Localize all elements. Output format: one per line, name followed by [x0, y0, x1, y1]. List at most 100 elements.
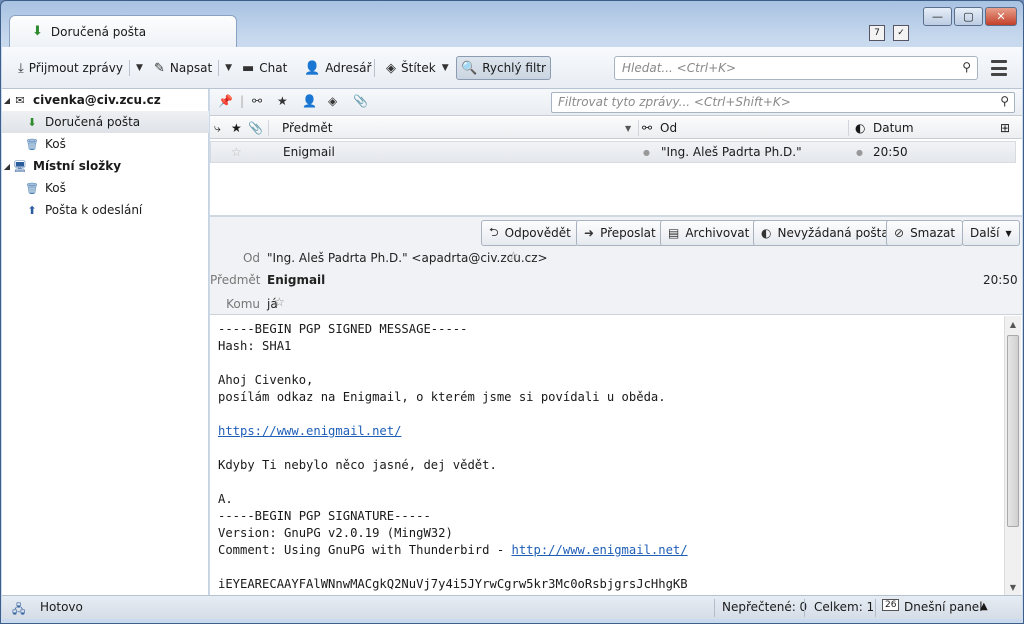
subject-value: Enigmail — [267, 273, 326, 287]
forward-button[interactable]: ➜ Přeposlat — [576, 220, 664, 246]
subject-column-header[interactable]: Předmět — [282, 121, 332, 135]
split-divider — [218, 60, 220, 76]
folder-local-folders[interactable]: ◢ 🖥 Místní složky — [2, 155, 209, 177]
tag-label: Štítek — [401, 61, 436, 75]
junk-button[interactable]: ◐ Nevyžádaná pošta — [753, 220, 897, 246]
from-column-header[interactable]: Od — [660, 121, 677, 135]
attachment-column-icon[interactable]: 📎 — [248, 121, 263, 135]
address-book-button[interactable]: 👤 Adresář — [300, 56, 375, 80]
archive-icon: ▤ — [668, 226, 680, 240]
chat-label: Chat — [259, 61, 288, 75]
scroll-thumb[interactable] — [1007, 335, 1019, 527]
more-label: Další — [970, 226, 1000, 240]
thread-column-icon[interactable]: ⤷ — [214, 121, 221, 136]
folder-account[interactable]: ◢ ✉ civenka@civ.zcu.cz — [2, 89, 209, 111]
message-date: 20:50 — [873, 145, 908, 159]
folder-outbox[interactable]: ⬆ Pošta k odeslání — [2, 199, 209, 221]
tag-icon: ◈ — [386, 60, 396, 76]
reply-label: Odpovědět — [504, 226, 571, 240]
attachment-filter-icon[interactable]: 📎 — [353, 94, 368, 108]
archive-button[interactable]: ▤ Archivovat — [660, 220, 758, 246]
search-icon[interactable]: ⚲ — [962, 60, 971, 74]
message-header: ⮌ Odpovědět ➜ Přeposlat ▤ Archivovat ◐ N… — [210, 217, 1022, 315]
column-separator — [848, 120, 849, 136]
from-value[interactable]: "Ing. Aleš Padrta Ph.D." <apadrta@civ.zc… — [267, 251, 548, 265]
collapse-triangle-icon[interactable]: ◢ — [2, 162, 12, 171]
toolbar-separator — [374, 59, 375, 77]
outbox-label: Pošta k odeslání — [45, 203, 143, 217]
enigmail-link[interactable]: https://www.enigmail.net/ — [218, 424, 401, 438]
split-divider — [128, 60, 130, 76]
body-line: -----BEGIN PGP SIGNATURE----- — [218, 509, 431, 523]
read-column-icon[interactable]: ⚯ — [642, 121, 652, 135]
from-label: Od — [242, 251, 260, 265]
tasks-tab-icon[interactable]: ✓ — [893, 25, 909, 41]
junk-label: Nevyžádaná pošta — [777, 226, 889, 240]
outbox-icon: ⬆ — [27, 203, 37, 217]
body-scrollbar[interactable]: ▲ ▼ — [1004, 316, 1021, 595]
collapse-triangle-icon[interactable]: ◢ — [2, 96, 12, 105]
get-messages-button[interactable]: ⤓ Přijmout zprávy ▼ — [14, 56, 147, 80]
local-trash-label: Koš — [45, 181, 66, 195]
search-input[interactable]: Hledat... <Ctrl+K> ⚲ — [614, 56, 978, 80]
app-menu-button[interactable] — [986, 58, 1012, 78]
chevron-down-icon[interactable]: ▼ — [136, 63, 143, 73]
message-subject: Enigmail — [283, 145, 335, 159]
column-picker-icon[interactable]: ⊞ — [1000, 121, 1010, 135]
star-filter-icon[interactable]: ★ — [277, 94, 288, 108]
status-bar: 🖧 Hotovo Nepřečtené: 0 Celkem: 1 26 Dneš… — [2, 595, 1022, 619]
filter-messages-input[interactable]: Filtrovat tyto zprávy... <Ctrl+Shift+K> … — [551, 92, 1015, 113]
tag-filter-icon[interactable]: ◈ — [328, 94, 337, 108]
reply-button[interactable]: ⮌ Odpovědět — [481, 220, 579, 246]
star-toggle-icon[interactable]: ☆ — [231, 145, 242, 159]
forward-label: Přeposlat — [600, 226, 656, 240]
chat-button[interactable]: ▬ Chat — [238, 56, 291, 80]
column-separator — [268, 120, 269, 136]
total-count: Celkem: 1 — [814, 600, 875, 614]
delete-button[interactable]: ⊘ Smazat — [886, 220, 964, 246]
network-status-icon[interactable]: 🖧 — [12, 600, 25, 621]
junk-dot-icon[interactable]: ● — [856, 148, 863, 157]
scroll-up-icon[interactable]: ▲ — [1005, 316, 1021, 332]
get-messages-label: Přijmout zprávy — [28, 61, 123, 75]
tab-label: Doručená pošta — [50, 24, 147, 39]
table-row[interactable]: ☆ Enigmail ● "Ing. Aleš Padrta Ph.D." ● … — [210, 141, 1016, 163]
account-label: civenka@civ.zcu.cz — [33, 93, 161, 107]
star-icon[interactable]: ☆ — [274, 295, 285, 309]
pin-icon[interactable]: 📌 — [218, 94, 233, 108]
tab-inbox[interactable]: ⬇ Doručená pošta — [9, 15, 237, 47]
minimize-button[interactable]: — — [923, 7, 952, 26]
tag-button[interactable]: ◈ Štítek ▼ — [382, 56, 453, 80]
chevron-up-icon[interactable]: ▲ — [980, 601, 988, 612]
body-line: Kdyby Ti nebylo něco jasné, dej vědět. — [218, 458, 497, 472]
date-column-header[interactable]: Datum — [873, 121, 914, 135]
folder-local-trash[interactable]: 🗑 Koš — [2, 177, 209, 199]
folder-trash[interactable]: 🗑 Koš — [2, 133, 209, 155]
calendar-tab-icon[interactable]: 7 — [869, 25, 885, 41]
to-label: Komu — [226, 297, 260, 311]
quick-filter-button[interactable]: 🔍 Rychlý filtr — [456, 56, 551, 80]
write-button[interactable]: ✎ Napsat ▼ — [150, 56, 236, 80]
maximize-button[interactable]: ▢ — [954, 7, 983, 26]
reply-icon: ⮌ — [489, 224, 499, 239]
trash-icon: 🗑 — [25, 181, 39, 195]
contact-filter-icon[interactable]: 👤 — [302, 94, 317, 108]
folder-inbox[interactable]: ⬇ Doručená pošta — [2, 111, 209, 133]
search-placeholder: Hledat... <Ctrl+K> — [622, 61, 737, 75]
enigmail-link[interactable]: http://www.enigmail.net/ — [512, 543, 688, 557]
delete-icon: ⊘ — [894, 226, 905, 240]
search-icon[interactable]: ⚲ — [1000, 94, 1009, 108]
today-pane-toggle[interactable]: Dnešní panel — [904, 600, 983, 614]
more-button[interactable]: Další ▼ — [962, 220, 1020, 246]
chevron-down-icon[interactable]: ▼ — [225, 63, 232, 73]
inbox-icon: ⬇ — [32, 24, 43, 39]
junk-column-icon[interactable]: ◐ — [855, 121, 865, 135]
column-separator — [638, 120, 639, 136]
thread-filter-icon[interactable]: ⚯ — [252, 94, 262, 108]
close-button[interactable]: ✕ — [985, 7, 1017, 26]
status-text: Hotovo — [40, 600, 83, 614]
read-dot-icon[interactable]: ● — [643, 148, 650, 157]
star-column-icon[interactable]: ★ — [231, 121, 242, 135]
star-icon[interactable]: ☆ — [508, 249, 519, 263]
scroll-down-icon[interactable]: ▼ — [1005, 579, 1021, 595]
